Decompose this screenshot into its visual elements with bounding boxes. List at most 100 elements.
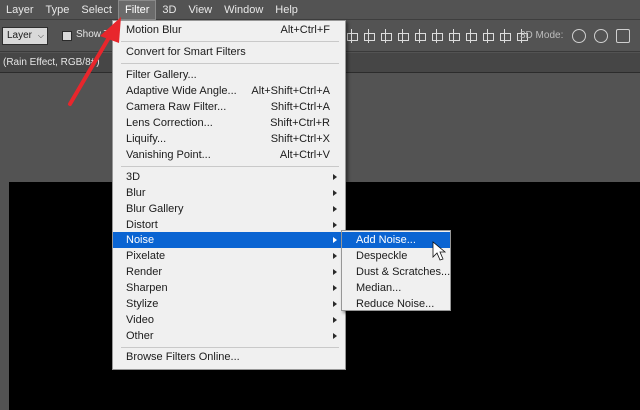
menu-item-stylize[interactable]: Stylize	[113, 296, 345, 312]
distribute-bottom-icon[interactable]	[481, 29, 494, 43]
menu-bar: Layer Type Select Filter 3D View Window …	[0, 0, 640, 20]
submenu-item-reduce-noise[interactable]: Reduce Noise...	[342, 296, 450, 312]
menu-item-camera-raw[interactable]: Camera Raw Filter... Shift+Ctrl+A	[113, 99, 345, 115]
menu-item-label: Pixelate	[126, 250, 166, 262]
submenu-item-label: Add Noise...	[356, 234, 416, 246]
submenu-arrow-icon	[333, 174, 337, 180]
align-tools	[345, 29, 528, 45]
menu-separator	[121, 347, 339, 348]
menu-filter[interactable]: Filter	[117, 0, 157, 20]
menu-item-label: Other	[126, 330, 154, 342]
submenu-arrow-icon	[333, 237, 337, 243]
align-left-icon[interactable]	[396, 29, 409, 43]
menu-item-noise[interactable]: Noise	[113, 232, 345, 248]
align-vertical-center-icon[interactable]	[362, 29, 375, 43]
document-tab-label: (Rain Effect, RGB/8#)	[3, 57, 100, 68]
menu-item-label: Browse Filters Online...	[126, 351, 240, 363]
menu-item-browse-filters-online[interactable]: Browse Filters Online...	[113, 349, 345, 365]
3d-orbit-icon[interactable]	[572, 29, 586, 43]
menu-item-other[interactable]: Other	[113, 328, 345, 344]
menu-separator	[121, 166, 339, 167]
submenu-arrow-icon	[333, 253, 337, 259]
auto-select-value: Layer	[7, 30, 33, 41]
filter-menu: Motion Blur Alt+Ctrl+F Convert for Smart…	[112, 20, 346, 370]
distribute-top-icon[interactable]	[447, 29, 460, 43]
menu-item-blur[interactable]: Blur	[113, 185, 345, 201]
menu-item-label: Blur Gallery	[126, 203, 184, 215]
3d-roll-icon[interactable]	[594, 29, 608, 43]
submenu-item-despeckle[interactable]: Despeckle	[342, 248, 450, 264]
submenu-item-median[interactable]: Median...	[342, 280, 450, 296]
menu-item-label: Noise	[126, 234, 155, 246]
menu-item-shortcut: Shift+Ctrl+A	[270, 101, 330, 113]
menu-item-shortcut: Alt+Ctrl+V	[279, 149, 330, 161]
menu-item-label: Lens Correction...	[126, 117, 213, 129]
menu-item-3d[interactable]: 3D	[113, 169, 345, 185]
menu-item-lens-correction[interactable]: Lens Correction... Shift+Ctrl+R	[113, 115, 345, 131]
submenu-arrow-icon	[333, 206, 337, 212]
menu-item-distort[interactable]: Distort	[113, 217, 345, 233]
submenu-item-label: Median...	[356, 282, 402, 294]
3d-pan-icon[interactable]	[616, 29, 630, 43]
menu-item-render[interactable]: Render	[113, 264, 345, 280]
menu-type[interactable]: Type	[40, 0, 76, 20]
menu-item-blur-gallery[interactable]: Blur Gallery	[113, 201, 345, 217]
menu-item-label: Stylize	[126, 298, 159, 310]
menu-item-label: Render	[126, 266, 163, 278]
menu-separator	[121, 63, 339, 64]
menu-window[interactable]: Window	[218, 0, 269, 20]
align-right-icon[interactable]	[430, 29, 443, 43]
menu-item-label: Video	[126, 314, 154, 326]
3d-mode-label: 3D Mode:	[520, 30, 564, 41]
menu-item-filter-gallery[interactable]: Filter Gallery...	[113, 67, 345, 83]
menu-layer[interactable]: Layer	[0, 0, 40, 20]
menu-item-label: Vanishing Point...	[126, 149, 211, 161]
menu-item-label: Motion Blur	[126, 24, 182, 36]
menu-item-shortcut: Alt+Shift+Ctrl+A	[251, 85, 330, 97]
submenu-arrow-icon	[333, 301, 337, 307]
menu-item-video[interactable]: Video	[113, 312, 345, 328]
show-transform-label: Show T	[76, 29, 108, 40]
distribute-left-icon[interactable]	[498, 29, 511, 43]
align-horizontal-center-icon[interactable]	[413, 29, 426, 43]
submenu-arrow-icon	[333, 222, 337, 228]
menu-item-shortcut: Shift+Ctrl+X	[270, 133, 330, 145]
menu-3d[interactable]: 3D	[156, 0, 182, 20]
align-top-icon[interactable]	[345, 29, 358, 43]
menu-item-convert-smart-filters[interactable]: Convert for Smart Filters	[113, 44, 345, 60]
submenu-item-dust-scratches[interactable]: Dust & Scratches...	[342, 264, 450, 280]
auto-select-dropdown[interactable]: Layer ⌵	[2, 27, 48, 45]
menu-item-label: Camera Raw Filter...	[126, 101, 227, 113]
menu-item-vanishing-point[interactable]: Vanishing Point... Alt+Ctrl+V	[113, 147, 345, 163]
show-transform-checkbox[interactable]	[62, 31, 72, 41]
submenu-item-label: Dust & Scratches...	[356, 266, 451, 278]
menu-item-liquify[interactable]: Liquify... Shift+Ctrl+X	[113, 131, 345, 147]
submenu-arrow-icon	[333, 269, 337, 275]
menu-item-label: Adaptive Wide Angle...	[126, 85, 237, 97]
noise-submenu: Add Noise... Despeckle Dust & Scratches.…	[341, 230, 451, 311]
menu-item-label: Filter Gallery...	[126, 69, 197, 81]
menu-item-pixelate[interactable]: Pixelate	[113, 248, 345, 264]
menu-select[interactable]: Select	[75, 0, 118, 20]
submenu-item-label: Reduce Noise...	[356, 298, 435, 310]
submenu-arrow-icon	[333, 333, 337, 339]
menu-item-label: Convert for Smart Filters	[126, 46, 246, 58]
menu-separator	[121, 41, 339, 42]
submenu-arrow-icon	[333, 317, 337, 323]
menu-item-adaptive-wide-angle[interactable]: Adaptive Wide Angle... Alt+Shift+Ctrl+A	[113, 83, 345, 99]
submenu-item-add-noise[interactable]: Add Noise...	[342, 232, 450, 248]
align-bottom-icon[interactable]	[379, 29, 392, 43]
menu-item-shortcut: Alt+Ctrl+F	[280, 24, 330, 36]
menu-item-motion-blur[interactable]: Motion Blur Alt+Ctrl+F	[113, 22, 345, 38]
menu-item-label: Sharpen	[126, 282, 168, 294]
distribute-center-icon[interactable]	[464, 29, 477, 43]
menu-view[interactable]: View	[182, 0, 218, 20]
submenu-arrow-icon	[333, 285, 337, 291]
menu-item-sharpen[interactable]: Sharpen	[113, 280, 345, 296]
menu-item-label: Distort	[126, 219, 158, 231]
submenu-item-label: Despeckle	[356, 250, 408, 262]
menu-item-label: Blur	[126, 187, 146, 199]
menu-item-shortcut: Shift+Ctrl+R	[270, 117, 330, 129]
menu-help[interactable]: Help	[269, 0, 304, 20]
menu-item-label: 3D	[126, 171, 141, 183]
